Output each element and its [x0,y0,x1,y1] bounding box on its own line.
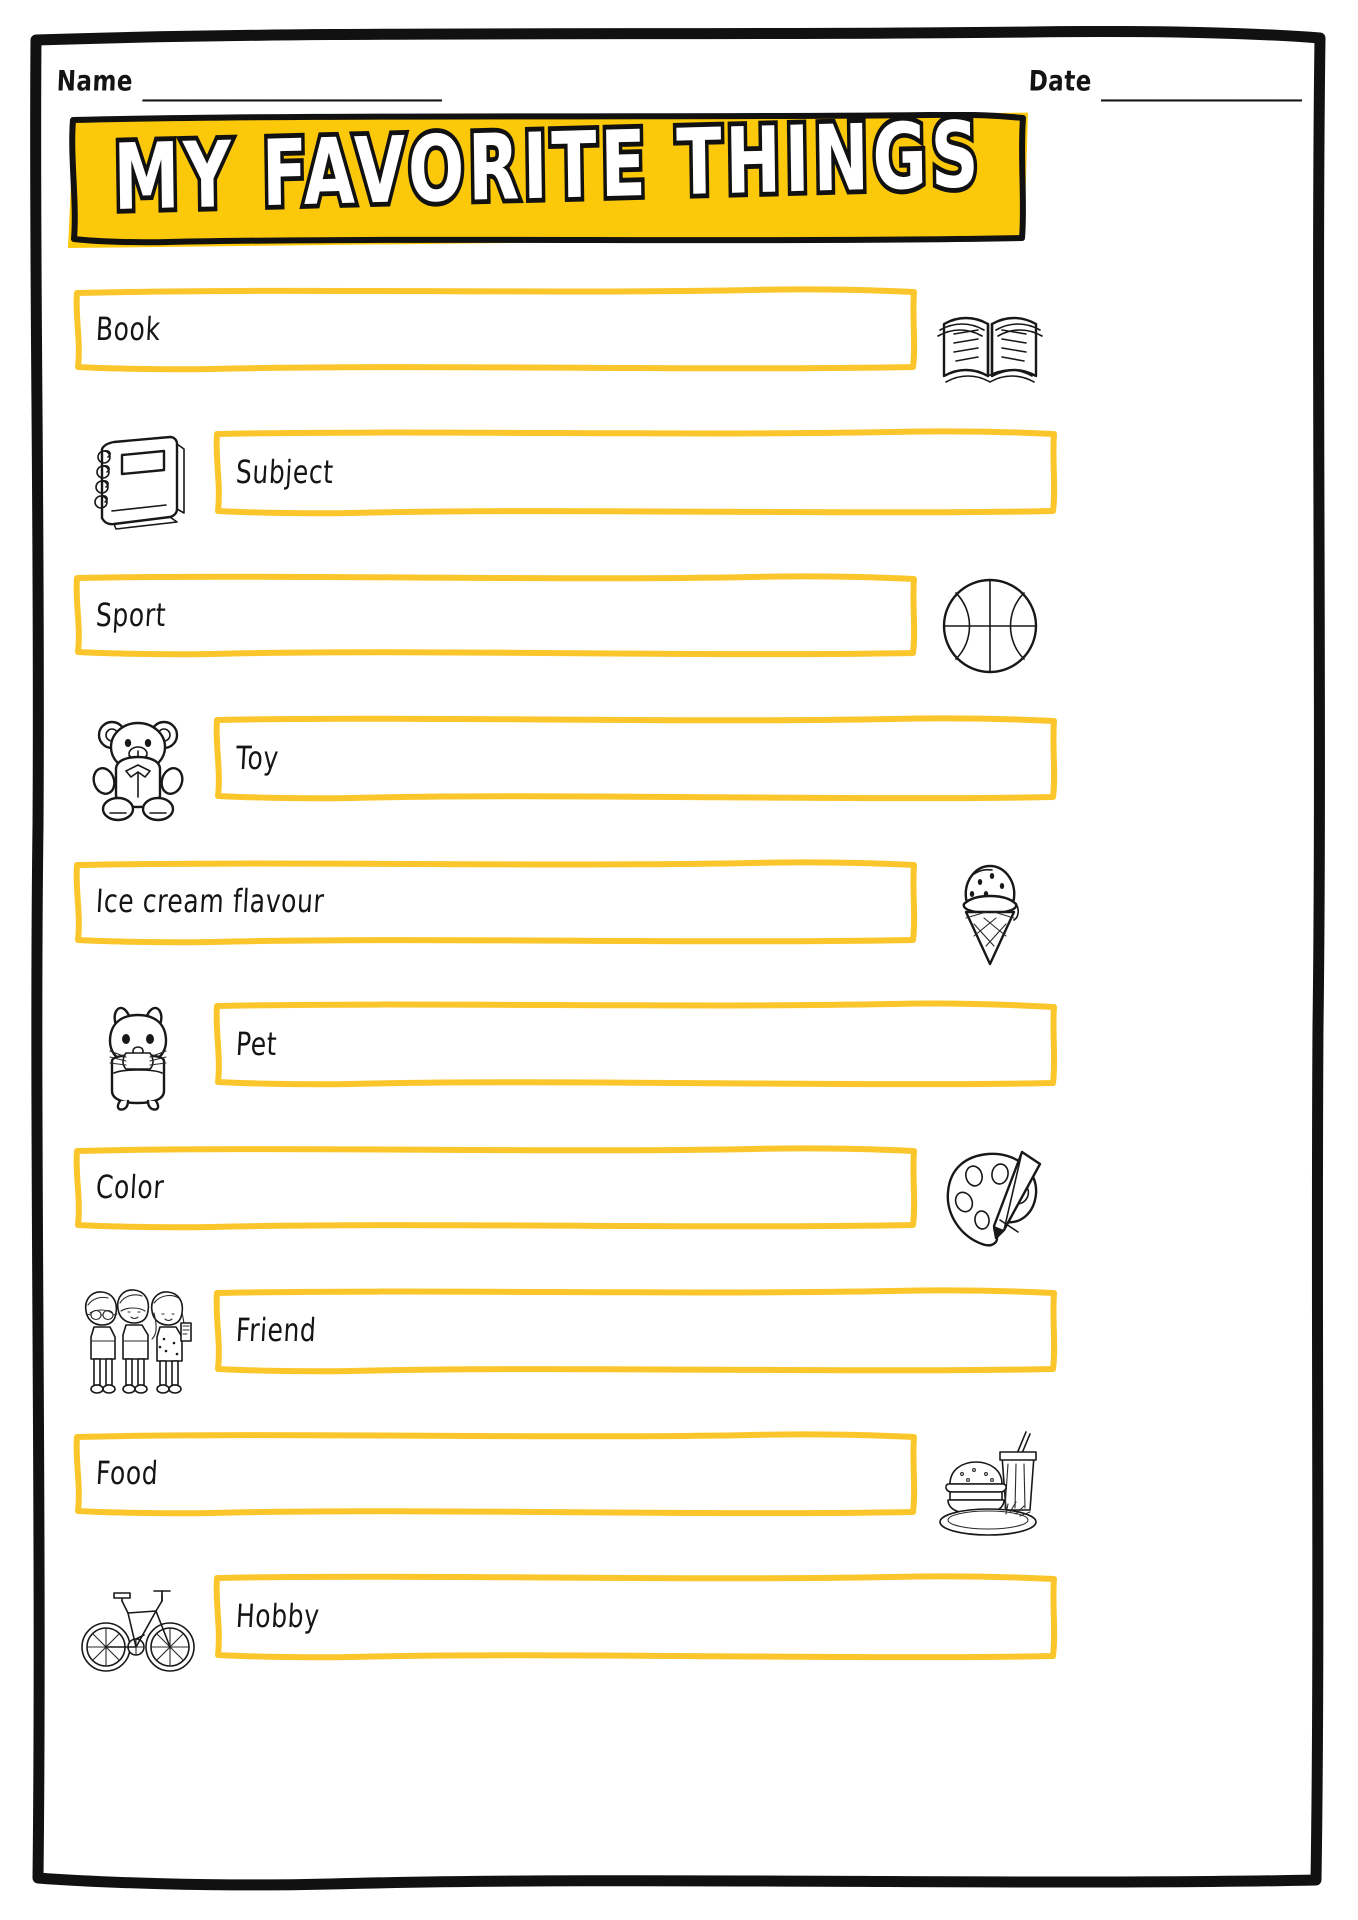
answer-input-color[interactable]: Color [73,1145,918,1231]
prompt-row: Hobby [0,1555,1358,1698]
answer-input-sport[interactable]: Sport [73,573,918,658]
prompt-label: Food [94,1454,160,1492]
answer-box-outline [213,715,1058,802]
date-blank-line[interactable]: ____________________ [1101,77,1306,102]
answer-box-outline [213,1573,1058,1661]
paint-palette-icon [930,1138,1050,1258]
answer-input-hobby[interactable]: Hobby [213,1573,1058,1661]
answer-box-outline [73,286,918,373]
prompt-row: Ice cream flavour [0,840,1358,983]
bicycle-icon [78,1567,198,1687]
prompt-row: Pet [0,983,1358,1126]
name-label: Name [56,66,134,98]
notebook-icon [78,423,198,543]
answer-box-outline [213,1287,1058,1375]
prompt-row: Book [0,268,1358,411]
prompt-row: Subject [0,411,1358,554]
answer-input-pet[interactable]: Pet [213,1000,1058,1088]
student-info-header: Name ______________________________ Date… [56,52,1306,102]
ice-cream-icon [930,852,1050,972]
basketball-icon [930,566,1050,686]
answer-input-ice-cream-flavour[interactable]: Ice cream flavour [73,859,918,946]
name-field[interactable]: Name ______________________________ [56,66,442,102]
answer-box-outline [73,573,918,658]
teddy-bear-icon [78,709,198,829]
prompt-label: Sport [94,596,168,634]
answer-input-book[interactable]: Book [73,286,918,373]
answer-input-friend[interactable]: Friend [213,1287,1058,1375]
prompt-label: Toy [234,739,280,777]
prompt-label: Friend [234,1311,318,1349]
title-banner: MY FAVORITE THINGS [68,98,1028,248]
answer-box-outline [73,1145,918,1231]
prompt-row: Friend [0,1269,1358,1412]
prompt-row-list: Book Subject Sport Toy Ice cream flavour… [0,268,1358,1698]
worksheet-page: Name ______________________________ Date… [0,0,1358,1920]
prompt-label: Ice cream flavour [94,882,326,920]
prompt-label: Subject [234,453,335,491]
answer-input-food[interactable]: Food [73,1431,918,1517]
prompt-row: Color [0,1126,1358,1269]
answer-box-outline [213,428,1058,517]
answer-input-subject[interactable]: Subject [213,428,1058,517]
answer-input-toy[interactable]: Toy [213,715,1058,802]
answer-box-outline [213,1000,1058,1088]
answer-box-outline [73,1431,918,1517]
prompt-row: Sport [0,554,1358,697]
hamster-icon [78,995,198,1115]
date-label: Date [1027,66,1093,98]
prompt-row: Toy [0,697,1358,840]
prompt-label: Pet [234,1025,279,1063]
prompt-label: Hobby [234,1597,321,1635]
prompt-label: Color [94,1168,166,1206]
name-blank-line[interactable]: ______________________________ [142,77,442,102]
prompt-label: Book [94,310,162,348]
fast-food-icon [930,1424,1050,1544]
prompt-row: Food [0,1412,1358,1555]
open-book-icon [930,280,1050,400]
friends-icon [78,1281,198,1401]
date-field[interactable]: Date ____________________ [1028,66,1306,102]
